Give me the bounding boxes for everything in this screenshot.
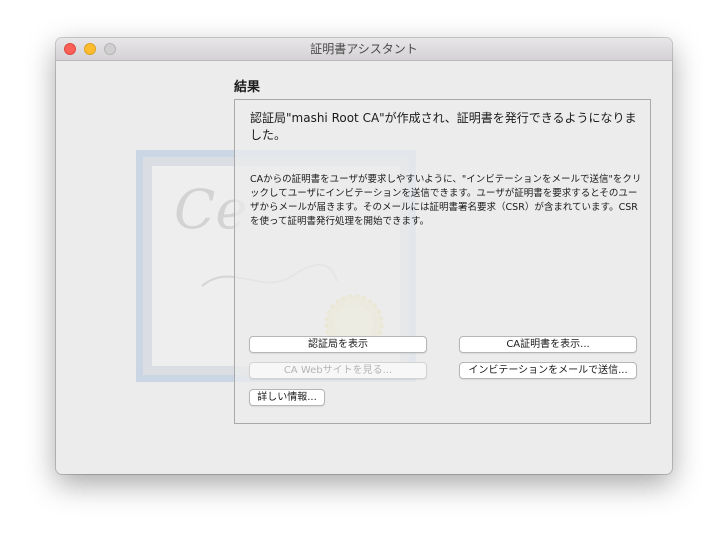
view-ca-website-button[interactable]: CA Webサイトを見る...	[249, 362, 427, 379]
email-invitation-button[interactable]: インビテーションをメールで送信...	[459, 362, 637, 379]
more-info-button[interactable]: 詳しい情報...	[249, 389, 325, 406]
ca-created-message: 認証局"mashi Root CA"が作成され、証明書を発行できるようになりまし…	[250, 111, 637, 142]
invitation-info-text: CAからの証明書をユーザが要求しやすいように、"インビテーションをメールで送信"…	[250, 174, 642, 227]
show-ca-certificate-button[interactable]: CA証明書を表示...	[459, 336, 637, 353]
certificate-assistant-window: 証明書アシスタント Ce 結果 認証局"mashi Root CA"が作成され、…	[56, 38, 672, 474]
result-panel: 認証局"mashi Root CA"が作成され、証明書を発行できるようになりまし…	[234, 99, 651, 424]
window-title: 証明書アシスタント	[310, 42, 418, 56]
show-ca-button[interactable]: 認証局を表示	[249, 336, 427, 353]
result-heading: 結果	[234, 80, 261, 95]
title-bar: 証明書アシスタント	[56, 38, 672, 61]
